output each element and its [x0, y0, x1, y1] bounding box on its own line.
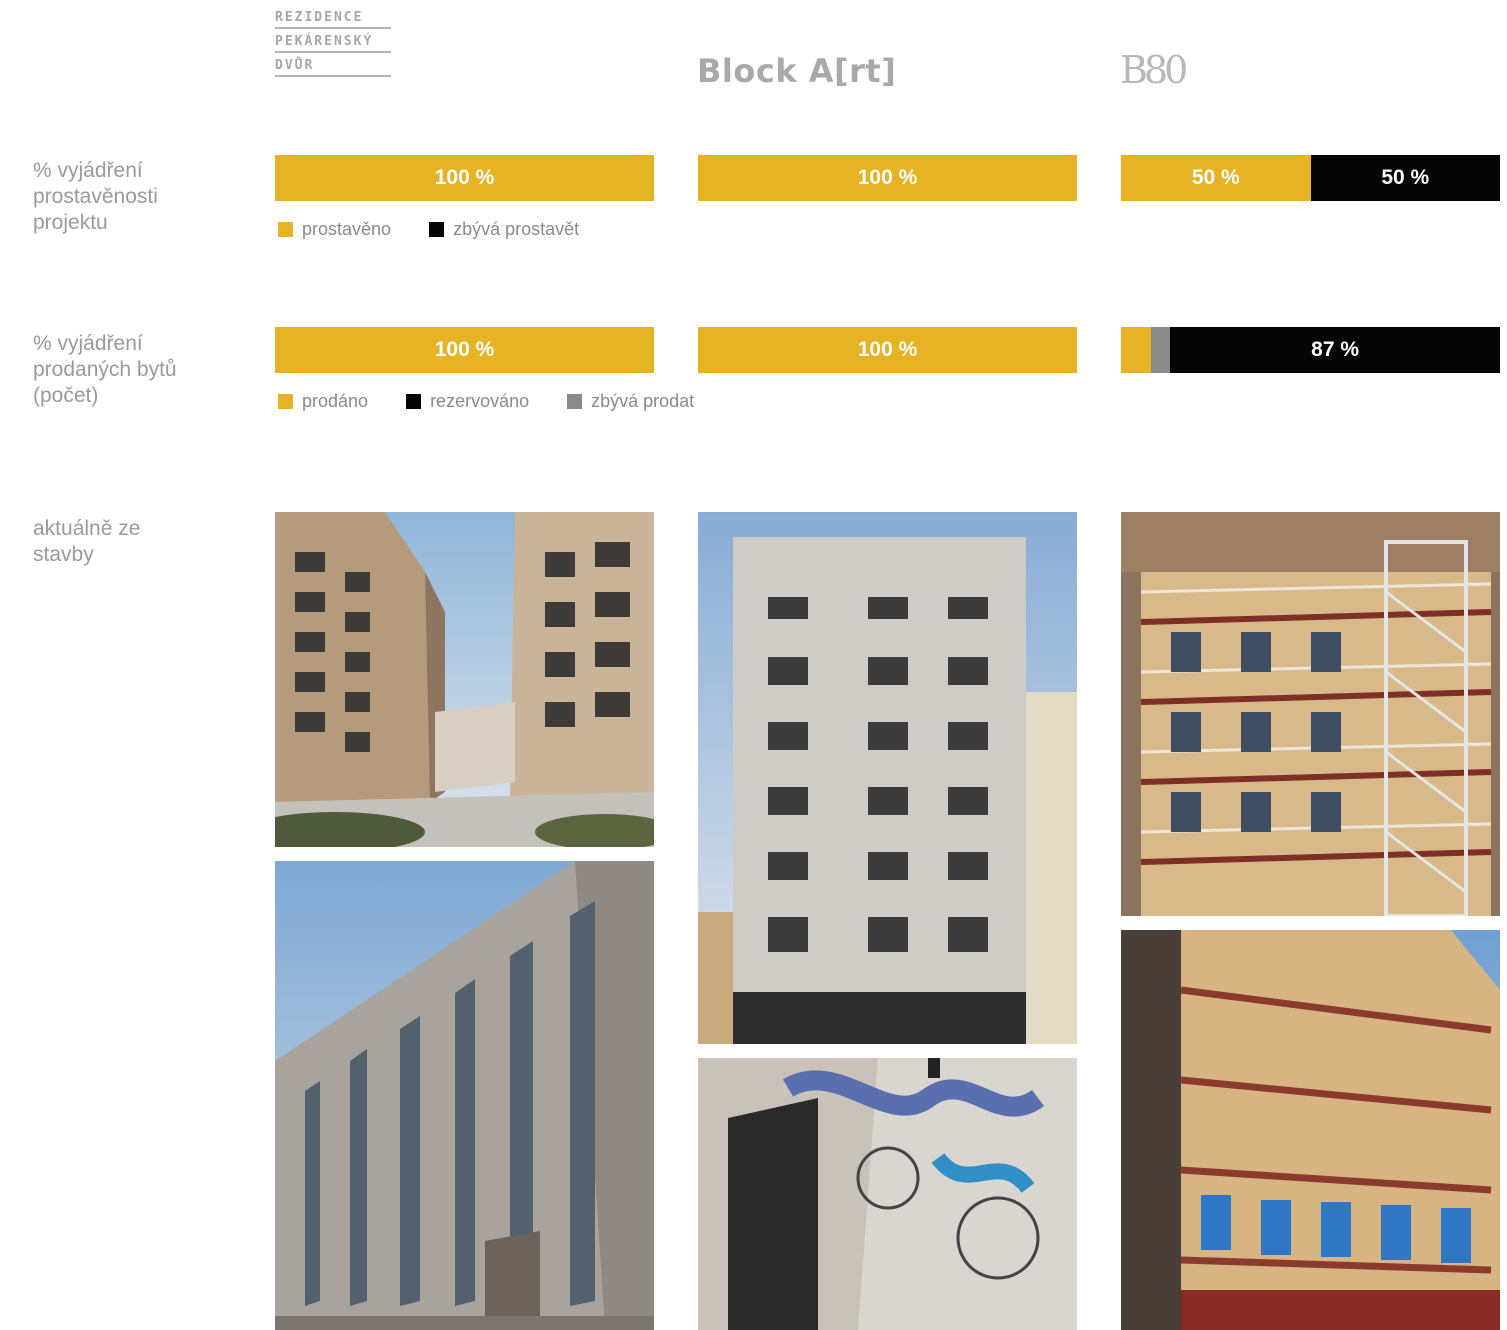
- sales-bar-1: 100 %: [275, 327, 654, 373]
- logo-b80: B80: [1120, 48, 1188, 92]
- photo-facade-pekarensky: [275, 861, 654, 1330]
- legend-swatch-gold: [278, 394, 293, 409]
- photo-block-art-facade: [698, 512, 1077, 1044]
- bar-segment-built: 100 %: [275, 155, 654, 201]
- bar-segment-remaining: 50 %: [1310, 155, 1500, 201]
- logo-block-art: Block A[rt]: [697, 52, 897, 90]
- bar-segment-sold: [1121, 327, 1152, 373]
- legend-label: zbývá prostavět: [453, 219, 580, 239]
- legend-item-remaining: zbývá prodat: [567, 391, 694, 412]
- legend-item-built: prostavěno: [278, 219, 391, 240]
- legend-label: rezervováno: [430, 391, 530, 411]
- legend-item-sold: prodáno: [278, 391, 368, 412]
- construction-legend: prostavěno zbývá prostavět: [278, 219, 617, 240]
- logo-line-3: DVŮR: [275, 56, 391, 77]
- logo-line-2: PEKÁRENSKÝ: [275, 32, 391, 53]
- logo-rezidence-pekarensky-dvur: REZIDENCE PEKÁRENSKÝ DVŮR: [275, 8, 391, 80]
- legend-swatch-black: [429, 222, 445, 237]
- legend-item-reserved: rezervováno: [406, 391, 529, 412]
- bar-segment-remaining: 87 %: [1170, 327, 1500, 373]
- legend-swatch-gold: [278, 222, 293, 237]
- legend-swatch-gray: [567, 394, 583, 409]
- bar-segment-reserved: [1151, 327, 1171, 373]
- photo-b80-scaffolding-1: [1121, 512, 1500, 916]
- bar-segment-sold: 100 %: [275, 327, 654, 373]
- legend-item-remaining: zbývá prostavět: [429, 219, 579, 240]
- sales-bar-3: 87 %: [1121, 327, 1500, 373]
- legend-label: prodáno: [302, 391, 369, 411]
- row-label-photos: aktuálně ze stavby: [33, 517, 141, 566]
- construction-bar-3: 50 % 50 %: [1121, 155, 1500, 201]
- photo-b80-scaffolding-2: [1121, 930, 1500, 1330]
- sales-legend: prodáno rezervováno zbývá prodat: [278, 391, 732, 412]
- construction-bar-1: 100 %: [275, 155, 654, 201]
- row-label-construction: % vyjádření prostavěnosti projektu: [33, 159, 158, 234]
- photo-courtyard: [275, 512, 654, 847]
- photo-block-art-stairwell: [698, 1058, 1077, 1330]
- legend-swatch-black: [406, 394, 422, 409]
- sales-bar-2: 100 %: [698, 327, 1077, 373]
- row-label-sales: % vyjádření prodaných bytů (počet): [33, 332, 177, 407]
- legend-label: prostavěno: [302, 219, 392, 239]
- construction-bar-2: 100 %: [698, 155, 1077, 201]
- bar-segment-built: 100 %: [698, 155, 1077, 201]
- bar-segment-sold: 100 %: [698, 327, 1077, 373]
- logo-line-1: REZIDENCE: [275, 8, 391, 29]
- legend-label: zbývá prodat: [591, 391, 695, 411]
- bar-segment-built: 50 %: [1121, 155, 1311, 201]
